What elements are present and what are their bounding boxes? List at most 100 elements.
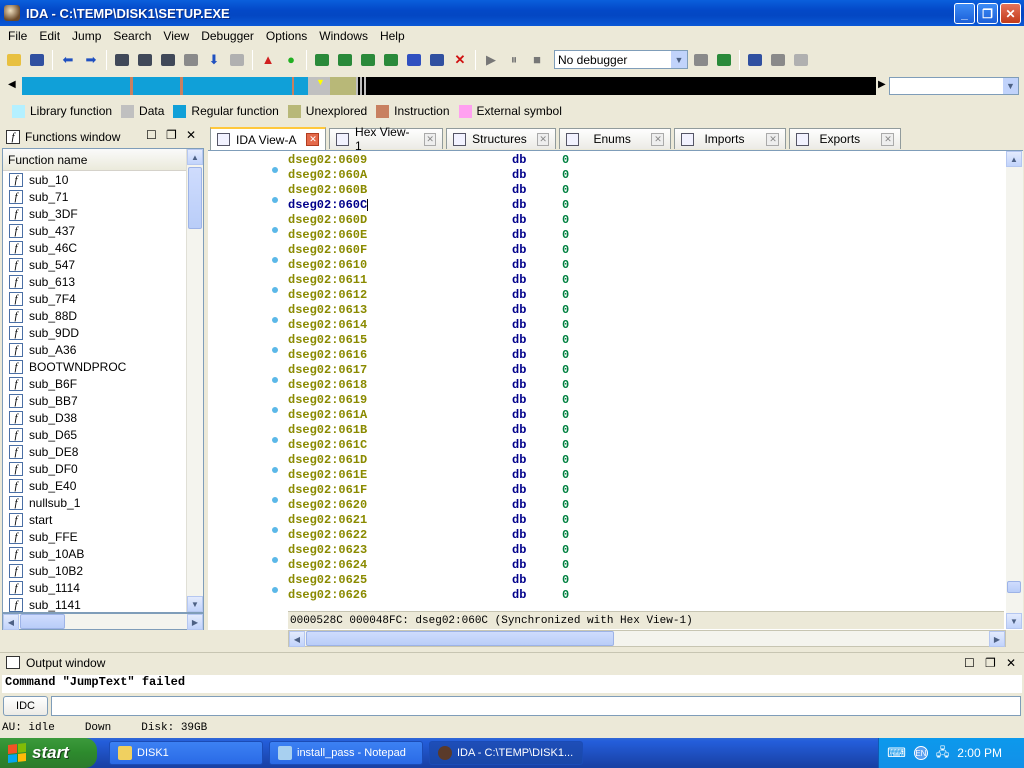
clock[interactable]: 2:00 PM (957, 746, 1002, 760)
scroll-up-arrow-icon[interactable]: ▲ (1006, 151, 1022, 167)
scroll-thumb[interactable] (1007, 581, 1021, 593)
string-icon[interactable] (358, 50, 378, 70)
tab-structures[interactable]: Structures ✕ (446, 128, 557, 149)
save-icon[interactable] (27, 50, 47, 70)
function-item[interactable]: f sub_FFE (3, 528, 203, 545)
delete-icon[interactable]: ✕ (450, 50, 470, 70)
keyboard-icon[interactable]: ⌨ (887, 745, 906, 761)
function-item[interactable]: f sub_BB7 (3, 392, 203, 409)
tab-ida-view-a[interactable]: IDA View-A ✕ (210, 127, 327, 150)
array-icon[interactable] (381, 50, 401, 70)
function-item[interactable]: f sub_D38 (3, 409, 203, 426)
refresh-icon[interactable] (714, 50, 734, 70)
function-item[interactable]: f sub_7F4 (3, 290, 203, 307)
function-item[interactable]: f sub_10 (3, 171, 203, 188)
tab-close-icon[interactable]: ✕ (423, 132, 437, 146)
tab-close-icon[interactable]: ✕ (306, 133, 320, 146)
maximize-button[interactable]: ❐ (977, 3, 998, 24)
menu-file[interactable]: File (2, 29, 33, 43)
taskbar-item-disk1[interactable]: DISK1 (109, 741, 263, 765)
menu-edit[interactable]: Edit (33, 29, 66, 43)
tab-close-icon[interactable]: ✕ (766, 132, 780, 146)
list-icon[interactable] (745, 50, 765, 70)
pause-icon[interactable]: ⏸ (504, 50, 524, 70)
minimize-button[interactable]: _ (954, 3, 975, 24)
binoculars-text-icon[interactable] (135, 50, 155, 70)
functions-list[interactable]: Function name f sub_10 f sub_71 f sub_3DF f… (2, 148, 204, 613)
menu-help[interactable]: Help (374, 29, 411, 43)
function-item[interactable]: f start (3, 511, 203, 528)
debugger-select[interactable]: No debugger ▼ (554, 50, 688, 69)
forward-arrow-icon[interactable]: ➡ (81, 50, 101, 70)
tab-close-icon[interactable]: ✕ (536, 132, 550, 146)
tab-hex-view-1[interactable]: Hex View-1 ✕ (329, 125, 444, 153)
menu-search[interactable]: Search (107, 29, 157, 43)
function-item[interactable]: f sub_DF0 (3, 460, 203, 477)
function-item[interactable]: f sub_E40 (3, 477, 203, 494)
binoculars-icon[interactable] (112, 50, 132, 70)
patch-icon[interactable] (427, 50, 447, 70)
scroll-down-arrow-icon[interactable]: ▼ (1006, 613, 1022, 629)
chevron-down-icon[interactable]: ▼ (1003, 78, 1018, 94)
chevron-down-icon[interactable]: ▼ (671, 51, 687, 68)
function-item[interactable]: f sub_1141 (3, 596, 203, 612)
graph-icon[interactable] (768, 50, 788, 70)
functions-vertical-scrollbar[interactable]: ▲ ▼ (186, 149, 203, 612)
start-button[interactable]: start (0, 738, 97, 768)
tab-enums[interactable]: Enums ✕ (559, 128, 672, 149)
function-item[interactable]: f sub_D65 (3, 426, 203, 443)
scroll-right-arrow-icon[interactable]: ▶ (187, 614, 203, 630)
functions-window-restore-icon[interactable]: ❐ (166, 128, 177, 142)
attach-icon[interactable] (691, 50, 711, 70)
scroll-right-arrow-icon[interactable]: ▶ (989, 631, 1005, 647)
binoculars-binary-icon[interactable] (158, 50, 178, 70)
menu-debugger[interactable]: Debugger (195, 29, 260, 43)
back-arrow-icon[interactable]: ⬅ (58, 50, 78, 70)
open-icon[interactable] (4, 50, 24, 70)
ida-view-a-pane[interactable]: dseg02:0609 db 0 dseg02:060A db 0 dseg02:060… (208, 150, 1023, 630)
function-item[interactable]: f sub_10AB (3, 545, 203, 562)
function-item[interactable]: f sub_9DD (3, 324, 203, 341)
close-button[interactable]: ✕ (1000, 3, 1021, 24)
find-disabled-icon[interactable] (227, 50, 247, 70)
ida-app-icon[interactable] (4, 5, 20, 21)
menu-view[interactable]: View (157, 29, 195, 43)
output-window-minimize-icon[interactable]: ☐ (964, 656, 975, 670)
scroll-thumb[interactable] (20, 614, 65, 629)
tab-imports[interactable]: Imports ✕ (674, 128, 787, 149)
data-icon[interactable] (335, 50, 355, 70)
function-item[interactable]: f sub_1114 (3, 579, 203, 596)
output-window-restore-icon[interactable]: ❐ (985, 656, 996, 670)
run-icon[interactable]: ▶ (481, 50, 501, 70)
jump-down-arrow-icon[interactable]: ⬇ (204, 50, 224, 70)
language-icon[interactable]: EN (913, 746, 928, 760)
graph-disabled-icon[interactable] (791, 50, 811, 70)
scroll-thumb[interactable] (188, 167, 202, 229)
function-item[interactable]: f sub_88D (3, 307, 203, 324)
ida-view-horizontal-scrollbar[interactable]: ◀ ▶ (288, 630, 1006, 647)
nav-right-arrow-icon[interactable]: ▶ (878, 79, 886, 90)
function-item[interactable]: f sub_71 (3, 188, 203, 205)
scroll-thumb[interactable] (306, 631, 614, 646)
struct-icon[interactable] (404, 50, 424, 70)
taskbar-item-notepad[interactable]: install_pass - Notepad (269, 741, 423, 765)
ida-view-vertical-scrollbar[interactable]: ▲ ▼ (1006, 151, 1023, 629)
functions-window-close-icon[interactable]: ✕ (186, 128, 196, 142)
find-next-icon[interactable] (181, 50, 201, 70)
tab-close-icon[interactable]: ✕ (651, 132, 665, 146)
taskbar-item-ida[interactable]: IDA - C:\TEMP\DISK1... (429, 741, 583, 765)
function-name-column-header[interactable]: Function name (3, 149, 203, 171)
idc-button[interactable]: IDC (3, 696, 48, 716)
menu-options[interactable]: Options (260, 29, 313, 43)
functions-window-minimize-icon[interactable]: ☐ (146, 128, 157, 142)
function-item[interactable]: f sub_B6F (3, 375, 203, 392)
menu-windows[interactable]: Windows (313, 29, 374, 43)
command-input[interactable] (51, 696, 1021, 716)
function-item[interactable]: f sub_46C (3, 239, 203, 256)
stop-icon[interactable]: ■ (527, 50, 547, 70)
code-icon[interactable] (312, 50, 332, 70)
network-icon[interactable]: 🖧 (936, 743, 949, 764)
menu-jump[interactable]: Jump (66, 29, 107, 43)
functions-horizontal-scrollbar[interactable]: ◀ ▶ (2, 613, 204, 630)
output-text-area[interactable]: Command "JumpText" failed (2, 675, 1022, 693)
